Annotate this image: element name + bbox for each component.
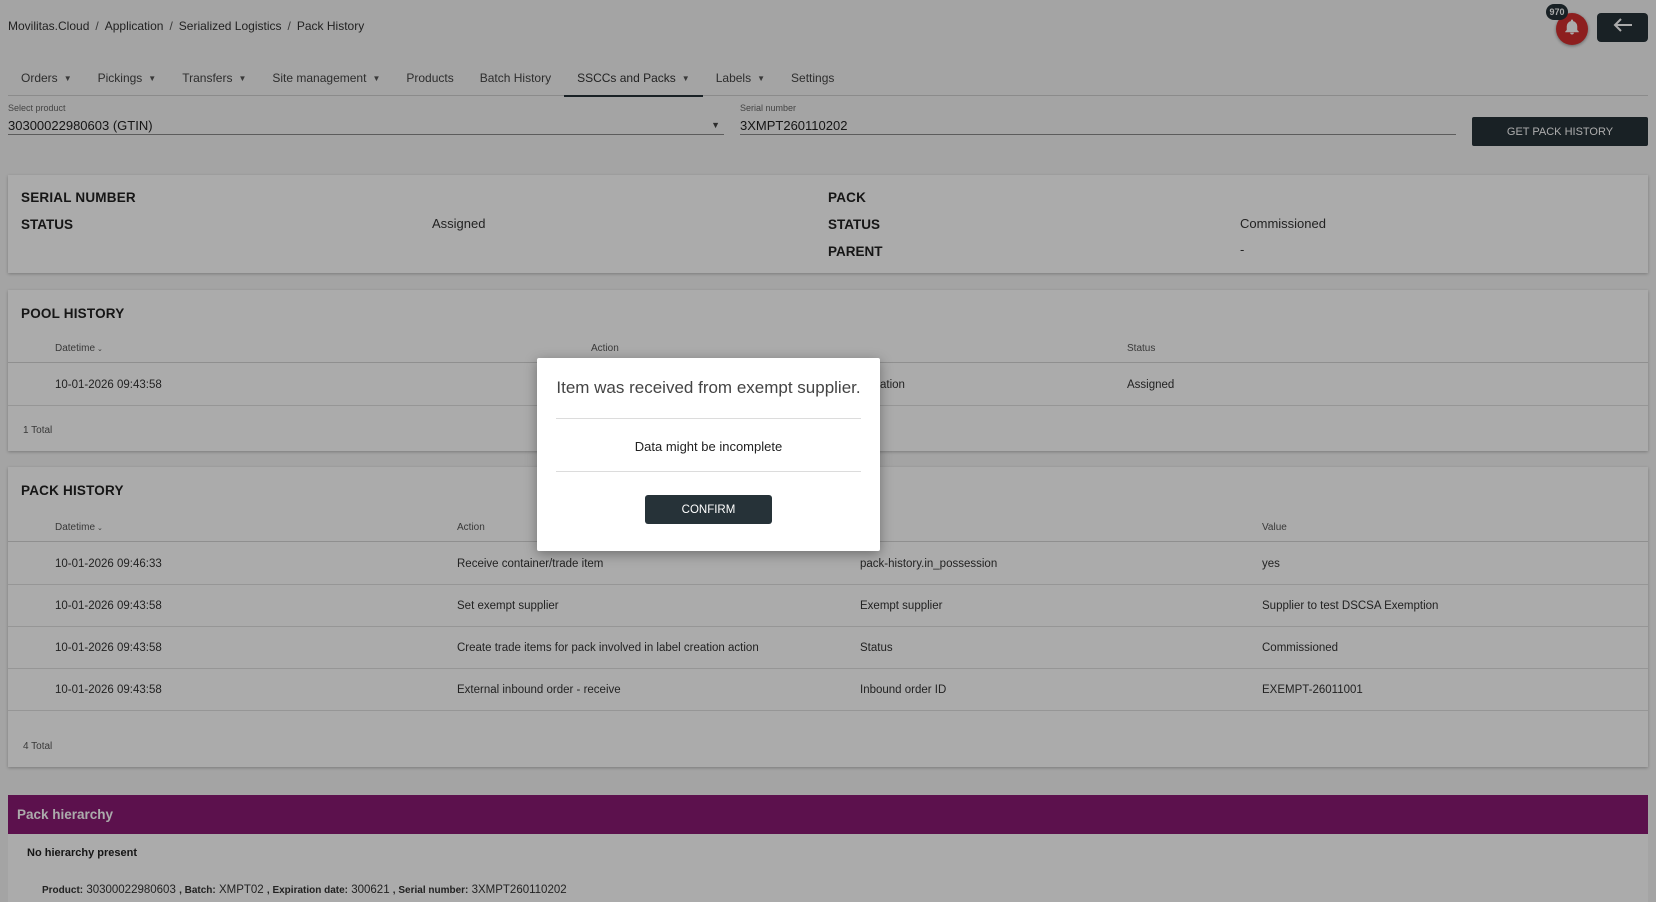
exempt-supplier-dialog: Item was received from exempt supplier. … xyxy=(537,358,880,551)
pack-history-page: Movilitas.Cloud / Application / Serializ… xyxy=(0,0,1656,902)
dialog-divider xyxy=(556,418,861,419)
dialog-divider xyxy=(556,471,861,472)
confirm-button[interactable]: CONFIRM xyxy=(645,495,772,524)
dialog-title: Item was received from exempt supplier. xyxy=(556,378,861,397)
dialog-message: Data might be incomplete xyxy=(634,439,783,454)
